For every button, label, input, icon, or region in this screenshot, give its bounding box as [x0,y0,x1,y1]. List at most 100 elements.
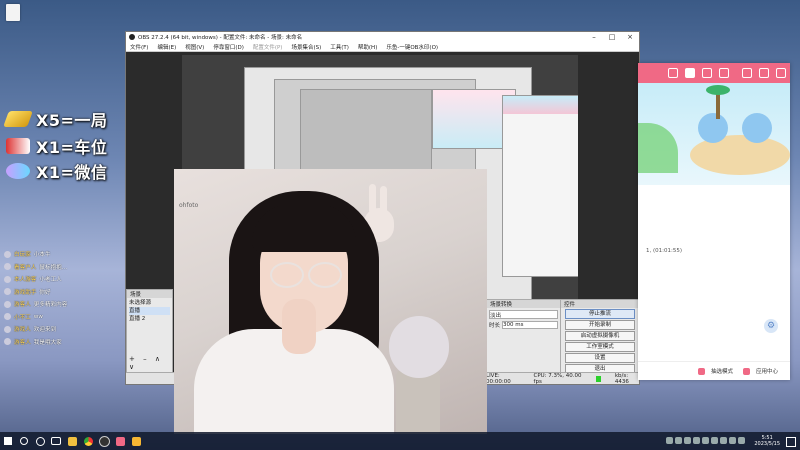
settings-button[interactable]: 设置 [565,353,635,363]
lottery-mode-link[interactable]: 抽选模式 [711,367,733,375]
chat-username: 游客人 [14,339,31,346]
close-icon[interactable] [776,68,786,78]
person-hand [282,299,316,354]
task-view-icon[interactable] [48,432,64,450]
menu-scene-collection[interactable]: 场景集合(S) [291,43,321,51]
app-center-link[interactable]: 应用中心 [756,367,778,375]
live-timer: LIVE: 00:00:00 [486,372,511,385]
transition-panel: 场景转换 淡出 时长 300 ms [486,299,561,374]
chat-username: 看客户人 [14,264,37,271]
avatar [4,275,11,283]
obs-icon[interactable] [96,432,112,450]
maximize-icon[interactable] [759,68,769,78]
obs-menubar: 文件(F) 编辑(E) 视图(V) 停靠窗口(D) 配置文件(P) 场景集合(S… [126,42,639,52]
windows-start-icon[interactable] [0,432,16,450]
chat-username: 白玩家 [14,252,31,259]
panel-title: 控件 [561,300,639,308]
chrome-icon[interactable] [80,432,96,450]
transition-select[interactable]: 淡出 [489,310,558,319]
avatar [4,300,11,308]
overlay-line-1: X5=一局 [3,108,108,130]
menu-docks[interactable]: 停靠窗口(D) [213,43,244,51]
scene-item[interactable]: 直播 [129,307,170,315]
menu-profile[interactable]: 配置文件(P) [253,43,283,51]
nested-pink-app [502,95,578,277]
studio-mode-button[interactable]: 工作室模式 [565,342,635,352]
overlay-text: X1=车位 [36,138,108,157]
chat-username: 游戏人 [14,327,31,334]
chat-message: 小本牛 [33,252,51,259]
app-icon[interactable] [112,432,128,450]
avatar [4,250,11,258]
chat-line: 本人游客 小老工人 [4,273,122,286]
microphone-stand [396,369,440,434]
obs-titlebar: OBS 27.2.4 (64 bit, windows) - 配置文件: 未命名… [126,32,639,42]
stop-streaming-button[interactable]: 停止推流 [565,309,635,319]
car-icon [6,138,30,154]
scene-item[interactable]: 直播 2 [129,315,170,323]
menu-watermark[interactable]: 乐鱼-一键OB水印(O) [386,43,438,51]
menu-file[interactable]: 文件(F) [130,43,148,51]
pink-app-bottombar: 抽选模式 应用中心 [638,361,790,380]
search-icon[interactable] [16,432,32,450]
notification-icon[interactable] [786,437,796,447]
stream-health-icon [595,375,601,382]
clock-date: 2023/5/15 [754,441,780,447]
chat-username: 游戏助手 [14,289,37,296]
tray-icons[interactable] [665,436,746,446]
clock[interactable]: 5:51 2023/5/15 [754,435,780,447]
pink-app-timestamp: 1, (01:01:55) [646,248,682,254]
duration-label: 时长 [489,323,501,329]
panel-title: 场景 [127,290,172,298]
desktop-file-icon[interactable] [6,4,20,21]
cortana-icon[interactable] [32,432,48,450]
gear-icon[interactable]: ⚙ [764,319,778,333]
menu-view[interactable]: 视图(V) [185,43,204,51]
virtual-camera-button[interactable]: 启动虚拟摄像机 [565,331,635,341]
window-title: OBS 27.2.4 (64 bit, windows) - 配置文件: 未命名… [138,35,303,41]
game-icon[interactable] [128,432,144,450]
chat-message: 你好 [39,289,51,296]
menu-edit[interactable]: 编辑(E) [157,43,176,51]
banner-image [638,83,790,185]
gift-icon[interactable] [702,68,712,78]
chat-line: 小不工 ww [4,311,122,324]
home-icon[interactable] [685,68,695,78]
start-recording-button[interactable]: 开始录制 [565,320,635,330]
file-explorer-icon[interactable] [64,432,80,450]
gamepad-icon[interactable] [719,68,729,78]
person-bangs [252,204,356,252]
chat-message: ww [33,313,43,320]
app-center-icon [743,367,751,375]
rocket-icon [6,163,30,179]
scene-toolbar[interactable]: + – ∧ ∨ [129,355,172,371]
chat-line: 白玩家 小本牛 [4,248,122,261]
overlay-line-2: X1=车位 [6,135,107,157]
video-icon[interactable] [668,68,678,78]
bitrate: kb/s: 4436 [614,372,629,385]
chat-username: 游客人 [14,302,31,309]
taskbar: 5:51 2023/5/15 [0,432,800,450]
minimize-icon[interactable] [742,68,752,78]
pink-app-toolbar [638,63,790,83]
minimize-icon[interactable]: – [585,33,603,41]
avatar [4,263,11,271]
chat-username: 本人游客 [14,277,37,284]
chat-line: 游戏人 欢迎来到 [4,323,122,336]
microphone-foam [389,316,449,378]
avatar [4,338,11,346]
avatar [4,313,11,321]
overlay-text: X1=微信 [36,163,108,182]
close-icon[interactable]: × [621,33,639,41]
scenes-panel: 场景 未选择源 直播 直播 2 + – ∧ ∨ [126,289,173,374]
overlay-text: X5=一局 [36,111,108,130]
chat-username: 小不工 [14,314,31,321]
maximize-icon[interactable]: □ [603,33,621,41]
menu-help[interactable]: 帮助(H) [358,43,377,51]
chat-line: 游客人 更多精彩内容 [4,298,122,311]
chat-message: 鼠标抱抱... [39,264,68,271]
menu-tools[interactable]: 工具(T) [330,43,349,51]
duration-input[interactable]: 300 ms [502,321,558,329]
chat-message: 欢迎来到 [33,327,57,334]
scene-item[interactable]: 未选择源 [129,299,170,307]
